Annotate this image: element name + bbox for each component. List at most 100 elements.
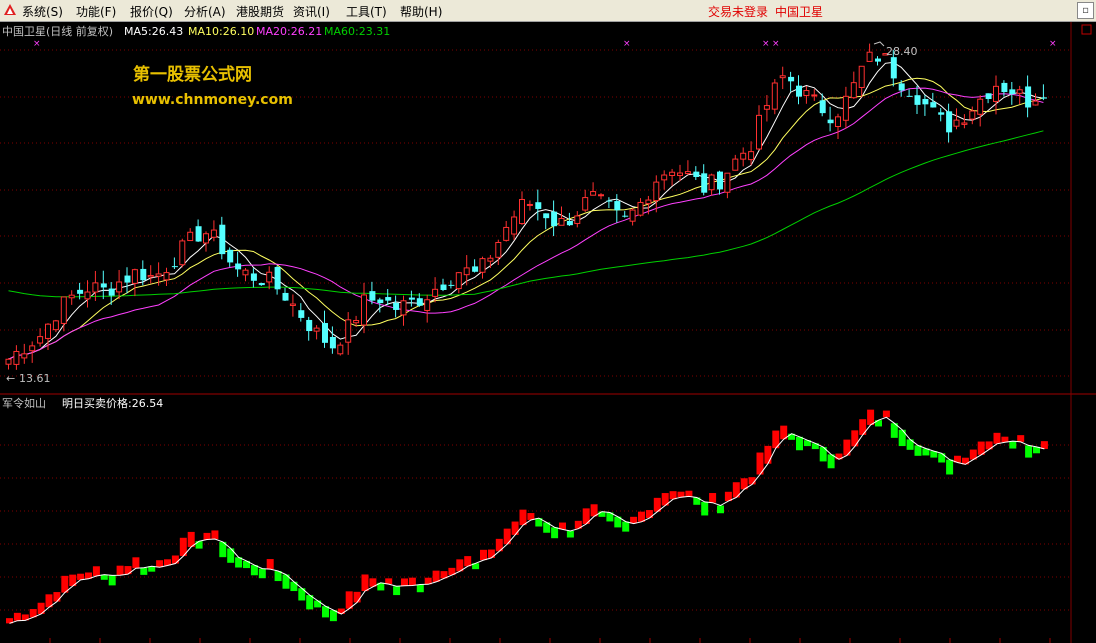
candle-body-up: [29, 345, 36, 352]
indicator-bar: [701, 501, 709, 516]
time-axis-ticks: [49, 638, 1051, 643]
indicator-bar: [77, 573, 85, 580]
candle-body-up: [582, 197, 589, 211]
candle-body-up: [993, 85, 999, 102]
indicator-bar: [361, 574, 369, 592]
indicator-bar: [1025, 445, 1033, 458]
candle-body-up: [353, 320, 360, 324]
indicator-bar: [416, 584, 424, 593]
candle-body-down: [408, 297, 415, 300]
candle-body-up: [345, 319, 352, 343]
signal-marker-icon: ×: [772, 39, 780, 49]
candle-body-up: [92, 282, 99, 293]
candle-body-up: [724, 172, 731, 193]
candle-body-down: [906, 95, 913, 97]
candle-body-up: [289, 303, 296, 306]
candle-body-up: [187, 231, 194, 242]
candle-body-down: [543, 213, 550, 219]
candle-body-up: [266, 271, 273, 283]
candle-body-down: [890, 57, 897, 79]
candle-body-down: [124, 275, 131, 283]
candle-body-down: [1009, 89, 1016, 95]
candle-body-up: [732, 158, 739, 171]
menu-function[interactable]: 功能(F): [76, 3, 116, 20]
candle-body-up: [5, 358, 12, 365]
candle-body-down: [250, 273, 257, 281]
candle-body-down: [551, 211, 558, 227]
window-control-icon[interactable]: ▫: [1077, 2, 1094, 19]
candle-body-up: [519, 198, 525, 225]
candle-body-down: [258, 283, 265, 286]
menu-tools[interactable]: 工具(T): [346, 3, 387, 20]
candle-body-up: [629, 209, 636, 222]
indicator-bar: [717, 505, 724, 514]
high-price-label: 28.40: [886, 45, 918, 58]
signal-marker-icon: ×: [623, 39, 631, 49]
indicator-bar: [551, 527, 559, 539]
low-price-arrow-icon: ←: [6, 372, 15, 385]
trade-login-status[interactable]: 交易未登录: [708, 3, 768, 20]
candle-body-up: [361, 294, 367, 326]
candle-body-down: [606, 200, 613, 202]
stock-chart[interactable]: × × × × × 中国卫星(日线 前复权) MA5:26.43 MA10:26.10 …: [0, 22, 1096, 643]
candle-body-up: [835, 116, 841, 128]
candle-body-up: [495, 241, 502, 258]
candle-body-up: [424, 299, 431, 311]
indicator-bar: [393, 586, 401, 596]
indicator-bar: [677, 491, 685, 498]
candle-body-down: [922, 98, 929, 105]
indicator-name: 军令如山: [2, 396, 46, 410]
ma5-label: MA5:26.43: [124, 25, 183, 38]
indicator-bar: [645, 510, 653, 519]
candle-body-up: [866, 51, 873, 62]
indicator-bar: [709, 493, 717, 503]
candle-body-down: [472, 266, 479, 272]
candle-body-up: [242, 269, 249, 276]
candle-body-up: [210, 229, 217, 238]
menu-help[interactable]: 帮助(H): [400, 3, 442, 20]
candle-body-down: [622, 215, 629, 217]
candle-body-up: [740, 152, 747, 160]
indicator-bar: [124, 566, 132, 575]
candle-body-down: [796, 85, 802, 97]
indicator-bar: [764, 445, 772, 464]
signal-marker-icon: ×: [762, 39, 770, 49]
ma20-label: MA20:26.21: [256, 25, 322, 38]
candle-body-up: [337, 344, 344, 355]
signal-marker-icon: ×: [1049, 39, 1057, 49]
menu-system[interactable]: 系统(S): [22, 3, 63, 20]
candle-body-up: [779, 75, 786, 79]
candle-body-up: [653, 181, 660, 202]
candle-body-up: [811, 94, 818, 97]
menu-news[interactable]: 资讯(I): [293, 3, 330, 20]
candle-body-down: [274, 266, 281, 290]
indicator-bar: [993, 432, 1001, 444]
candle-body-down: [171, 266, 178, 268]
candle-body-down: [898, 83, 905, 91]
menu-analysis[interactable]: 分析(A): [184, 3, 226, 20]
candle-body-up: [661, 174, 668, 181]
candle-body-down: [140, 268, 147, 281]
ma10-label: MA10:26.10: [188, 25, 254, 38]
menu-hk-futures[interactable]: 港股期货: [236, 3, 284, 20]
indicator-bar: [171, 555, 179, 564]
candle-body-down: [946, 111, 953, 133]
indicator-bar: [487, 549, 495, 558]
candle-body-down: [393, 302, 400, 310]
candle-body-down: [701, 173, 708, 193]
indicator-bar: [258, 568, 266, 579]
candle-body-down: [416, 298, 423, 306]
candle-body-down: [535, 202, 542, 209]
candle-body-up: [131, 269, 138, 284]
candle-body-down: [930, 102, 937, 108]
candle-body-up: [60, 296, 67, 324]
indicator-bar: [13, 612, 21, 621]
candle-body-up: [526, 203, 533, 206]
candle-body-up: [13, 350, 20, 365]
candle-body-up: [487, 257, 494, 262]
candle-body-down: [385, 297, 392, 301]
candle-body-down: [100, 283, 107, 288]
menu-quote[interactable]: 报价(Q): [130, 3, 173, 20]
indicator-bar: [566, 531, 574, 538]
candle-body-up: [977, 98, 984, 115]
